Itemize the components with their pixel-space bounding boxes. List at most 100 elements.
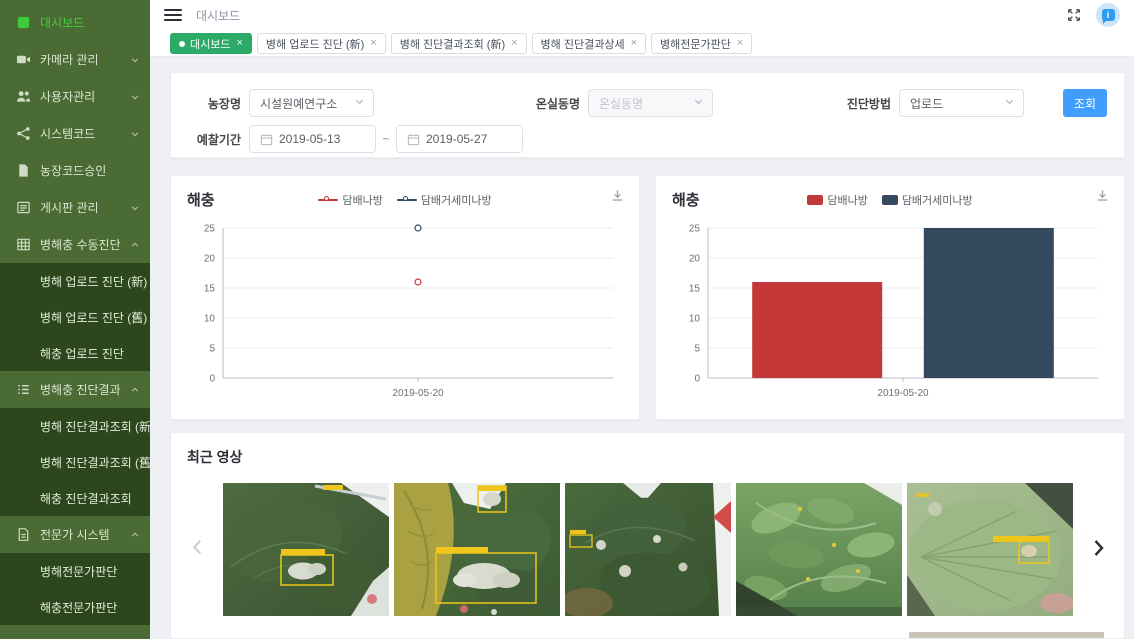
sidebar-item-label: 병해충 진단결과 [40,381,121,398]
sidebar-subitem[interactable]: 병해전문가판단 [0,553,150,589]
legend-item[interactable]: 담배나방 [318,192,382,208]
sidebar-item-label: 전문가 시스템 [40,526,110,543]
greenhouse-select[interactable]: 온실동명 [588,89,713,117]
legend-item[interactable]: 담배거세미나방 [397,192,492,208]
greenhouse-placeholder: 온실동명 [599,95,643,112]
svg-text:5: 5 [209,344,215,355]
message-info-glyph: i [1102,9,1115,21]
app-root: 대시보드카메라 관리사용자관리시스템코드농장코드승인게시판 관리병해충 수동진단… [0,0,1134,639]
sidebar-submenu: 병해 진단결과조회 (新)병해 진단결과조회 (舊)해충 진단결과조회 [0,408,150,516]
legend-label: 담배거세미나방 [421,192,492,208]
svg-text:25: 25 [689,224,701,235]
sidebar-item-dashboard[interactable]: 대시보드 [0,4,150,41]
sidebar-subitem[interactable]: 해충 진단결과조회 [0,480,150,516]
close-tab-icon[interactable]: × [236,38,242,49]
period-label: 예찰기간 [183,131,241,148]
svg-text:2019-05-20: 2019-05-20 [392,388,444,399]
tab[interactable]: 병해전문가판단 × [651,33,752,54]
leaf-image-detection-2[interactable] [394,483,560,616]
legend-line-circle-icon [397,196,417,204]
legend-item[interactable]: 담배거세미나방 [882,192,973,208]
date-from-input[interactable]: 2019-05-13 [249,125,376,153]
sidebar-subitem[interactable]: 해충전문가판단 [0,589,150,625]
leaf-image-detection-1[interactable] [223,483,389,616]
system-icon [15,126,31,142]
bar-plot: 05101520252019-05-20 [670,220,1110,406]
svg-text:2019-05-20: 2019-05-20 [877,388,929,399]
chart-header: 해충 담배나방담배거세미나방 [656,176,1124,218]
hamburger-menu-icon[interactable] [164,9,182,21]
sidebar-item-label: 시스템코드 [40,125,95,142]
tab-label: 병해전문가판단 [660,36,731,52]
legend-item[interactable]: 담배나방 [807,192,867,208]
carousel-track [223,483,1073,616]
tab[interactable]: 병해 진단결과상세× [532,33,646,54]
legend-swatch-icon [807,195,823,205]
leaf-image-detection-5[interactable] [907,483,1073,616]
topbar: 대시보드 i [150,0,1134,30]
tab-label: 병해 진단결과조회 (新) [400,36,505,52]
svg-text:10: 10 [204,314,216,325]
date-to-input[interactable]: 2019-05-27 [396,125,523,153]
sidebar-subitem[interactable]: 병해 업로드 진단 (新) [0,263,150,299]
sidebar-item-camera[interactable]: 카메라 관리 [0,41,150,78]
svg-text:25: 25 [204,224,216,235]
plant-image-4[interactable] [736,483,902,616]
carousel-next-button[interactable] [1086,536,1110,560]
topbar-icons: i [1066,3,1120,27]
fullscreen-icon[interactable] [1066,7,1082,23]
chevron-down-icon [354,96,365,110]
sidebar-subitem[interactable]: 병해 업로드 진단 (舊) [0,299,150,335]
sidebar-item-file[interactable]: 전문가 시스템 [0,516,150,553]
sidebar-item-label: 게시판 관리 [40,199,99,216]
dashboard-icon [15,15,31,31]
sidebar-subitem[interactable]: 해충 업로드 진단 [0,335,150,371]
leaf-image-detection-3[interactable] [565,483,731,616]
sidebar-item-doc-check[interactable]: 농장코드승인 [0,152,150,189]
date-to-value: 2019-05-27 [426,132,487,146]
legend-label: 담배거세미나방 [902,192,973,208]
tab[interactable]: 대시보드× [170,33,252,54]
farm-name-select[interactable]: 시설원예연구소 [249,89,374,117]
download-icon[interactable] [610,188,625,203]
method-value: 업로드 [910,95,943,112]
chevron-up-icon [130,240,140,250]
sidebar-subitem[interactable]: 병해 진단결과조회 (舊) [0,444,150,480]
sidebar-item-grid[interactable]: 병해충 수동진단 [0,226,150,263]
file-icon [15,527,31,543]
chevron-up-icon [130,530,140,540]
svg-text:5: 5 [694,344,700,355]
svg-text:0: 0 [209,374,215,385]
close-tab-icon[interactable]: × [737,38,743,49]
close-tab-icon[interactable]: × [511,38,517,49]
tab[interactable]: 병해 진단결과조회 (新) × [391,33,527,54]
legend-label: 담배나방 [827,192,867,208]
search-button[interactable]: 조회 [1063,89,1107,117]
chevron-down-icon [130,92,140,102]
download-icon[interactable] [1095,188,1110,203]
calendar-icon [260,133,273,146]
sidebar-submenu: 병해전문가판단해충전문가판단 [0,553,150,625]
chart-legend: 담배나방 담배거세미나방 [171,192,639,208]
pest-scatter-chart-card: 해충 담배나방담배거세미나방 05101520252019-05-20 [170,175,640,420]
carousel-prev-button[interactable] [187,536,209,558]
chevron-down-icon [130,129,140,139]
close-tab-icon[interactable]: × [370,38,376,49]
svg-text:15: 15 [689,284,701,295]
sidebar-item-list[interactable]: 병해충 진단결과 [0,371,150,408]
sidebar-item-system[interactable]: 시스템코드 [0,115,150,152]
active-dot-icon [179,41,185,47]
tab-label: 병해 업로드 진단 (新) [266,36,364,52]
message-info-icon[interactable]: i [1096,3,1120,27]
sidebar: 대시보드카메라 관리사용자관리시스템코드농장코드승인게시판 관리병해충 수동진단… [0,0,150,639]
method-select[interactable]: 업로드 [899,89,1024,117]
sidebar-item-board[interactable]: 게시판 관리 [0,189,150,226]
sidebar-item-label: 농장코드승인 [40,162,106,179]
close-tab-icon[interactable]: × [631,38,637,49]
svg-text:10: 10 [689,314,701,325]
farm-name-label: 농장명 [183,95,241,112]
sidebar-subitem[interactable]: 병해 진단결과조회 (新) [0,408,150,444]
sidebar-item-users[interactable]: 사용자관리 [0,78,150,115]
tab[interactable]: 병해 업로드 진단 (新) × [257,33,386,54]
sidebar-item-label: 대시보드 [40,14,84,31]
